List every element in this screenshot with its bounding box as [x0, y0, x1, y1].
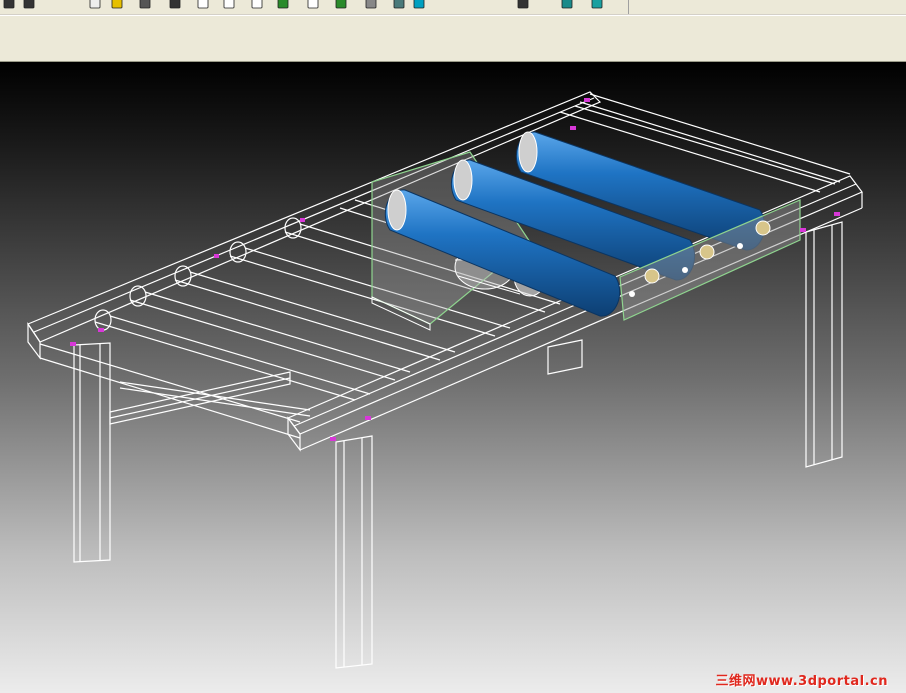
- table-leg-front-left: [73, 342, 111, 563]
- folder-icon[interactable]: [110, 0, 124, 10]
- cube-icon[interactable]: [560, 0, 574, 10]
- toolbar-pane: [628, 0, 906, 14]
- toolbar: [0, 0, 906, 15]
- roller-wire-2: [129, 285, 411, 381]
- table-leg-back-middle: [547, 339, 583, 375]
- table-icon[interactable]: [168, 0, 182, 10]
- chart-icon[interactable]: [306, 0, 320, 10]
- watermark: 三维网www.3dportal.cn: [715, 674, 888, 689]
- green-arrow-icon[interactable]: [276, 0, 290, 10]
- green-tool-icon[interactable]: [334, 0, 348, 10]
- doc-icon[interactable]: [196, 0, 210, 10]
- 3d-viewport[interactable]: 三维网www.3dportal.cn: [0, 62, 906, 693]
- gear-icon[interactable]: [138, 0, 152, 10]
- rotate-icon[interactable]: [516, 0, 530, 10]
- conveyor-model: [27, 91, 863, 669]
- table-leg-back-right: [805, 221, 843, 468]
- pin-icon[interactable]: [412, 0, 426, 10]
- pipe-icon[interactable]: [22, 0, 36, 10]
- command-area: [0, 15, 906, 63]
- tool-icon[interactable]: [590, 0, 604, 10]
- doc2-icon[interactable]: [222, 0, 236, 10]
- table-leg-front-right: [335, 435, 373, 669]
- screen-icon[interactable]: [392, 0, 406, 10]
- roller-wire-1: [94, 309, 371, 401]
- grid-icon[interactable]: [2, 0, 16, 10]
- arrow-icon[interactable]: [364, 0, 378, 10]
- lower-crossbar: [109, 371, 291, 425]
- doc3-icon[interactable]: [250, 0, 264, 10]
- page-icon[interactable]: [88, 0, 102, 10]
